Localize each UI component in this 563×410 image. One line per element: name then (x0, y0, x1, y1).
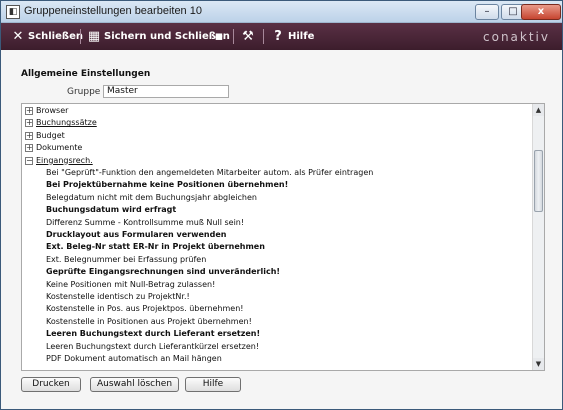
tree-setting-item[interactable]: Differenz Summe - Kontrollsumme muß Null… (46, 217, 244, 229)
tree-setting-item[interactable]: PDF Dokument automatisch an Mail hängen (46, 353, 222, 365)
tree-setting-item[interactable]: Ext. Beleg-Nr statt ER-Nr in Projekt übe… (46, 241, 265, 253)
expand-icon[interactable]: + (25, 119, 33, 128)
tree-category-label: Eingangsrech. (36, 155, 93, 165)
tree-category[interactable]: + Dokumente (22, 142, 82, 154)
help-button[interactable]: Hilfe (185, 377, 241, 392)
expand-icon[interactable]: + (25, 131, 33, 140)
window-close-button[interactable]: x (521, 4, 561, 20)
tree-setting-item[interactable]: Leeren Buchungstext durch Lieferantkürze… (46, 341, 259, 353)
tree-setting-item[interactable]: Ext. Belegnummer bei Erfassung prüfen (46, 254, 206, 266)
group-field[interactable]: Master (103, 85, 229, 98)
collapse-icon[interactable]: − (25, 156, 33, 165)
save-close-icon: ▦ (87, 29, 101, 44)
close-label: Schließen (28, 31, 83, 42)
expand-icon[interactable]: + (25, 107, 33, 115)
tree-setting-item[interactable]: Kostenstelle identisch zu ProjektNr.! (46, 291, 190, 303)
question-mark-icon: ? (274, 29, 282, 44)
brand-logo: conaktiv (483, 30, 550, 44)
clear-selection-button[interactable]: Auswahl löschen (90, 377, 179, 392)
tree-setting-item[interactable]: Geprüfte Eingangsrechnungen sind unverän… (46, 266, 280, 278)
group-label: Gruppe (67, 87, 101, 97)
scroll-thumb[interactable] (534, 150, 543, 212)
settings-tree[interactable]: + Browser + Buchungssätze + Budget + Dokumente −… (21, 103, 545, 371)
tree-category[interactable]: − Eingangsrech. (22, 155, 93, 167)
close-button[interactable]: ✕ Schließen (11, 27, 83, 46)
window-title: Gruppeneinstellungen bearbeiten 10 (24, 5, 202, 17)
tree-setting-item[interactable]: Kostenstelle in Pos. aus Projektpos. übe… (46, 303, 244, 315)
tree-category-label: Buchungssätze (36, 118, 97, 128)
save-close-button[interactable]: ▦ Sichern und Schließen (87, 27, 230, 46)
toolbar-separator (80, 29, 81, 44)
tree-category[interactable]: + Budget (22, 130, 65, 142)
minimize-button[interactable]: – (475, 4, 499, 20)
scroll-down-arrow[interactable]: ▼ (533, 358, 544, 370)
tree-category-label: Dokumente (36, 143, 83, 153)
toolbar: ✕ Schließen ▦ Sichern und Schließen ▪ ⚒ ? H… (1, 23, 562, 50)
scroll-up-arrow[interactable]: ▲ (533, 104, 544, 116)
tree-scrollbar[interactable]: ▲ ▼ (532, 104, 544, 370)
tools-button[interactable]: ⚒ (241, 27, 258, 46)
save-close-label: Sichern und Schließen (104, 31, 230, 42)
tree-setting-item[interactable]: Buchungsdatum wird erfragt (46, 204, 176, 216)
tree-setting-item[interactable]: Bei Projektübernahme keine Positionen üb… (46, 179, 288, 191)
save-button[interactable]: ▪ (212, 27, 229, 46)
tree-setting-item[interactable]: Leeren Buchungstext durch Lieferant erse… (46, 328, 260, 340)
wrench-icon: ⚒ (242, 29, 254, 44)
close-x-icon: ✕ (12, 29, 24, 44)
tree-setting-item[interactable]: Belegdatum nicht mit dem Buchungsjahr ab… (46, 192, 257, 204)
toolbar-separator (263, 29, 264, 44)
toolbar-separator (233, 29, 234, 44)
title-bar[interactable]: ◧ Gruppeneinstellungen bearbeiten 10 – □… (1, 1, 562, 23)
tree-category[interactable]: + Buchungssätze (22, 117, 97, 129)
help-toolbar-button[interactable]: ? Hilfe (271, 27, 314, 46)
tree-setting-item[interactable]: Drucklayout aus Formularen verwenden (46, 229, 226, 241)
print-button[interactable]: Drucken (21, 377, 81, 392)
floppy-disk-icon: ▪ (214, 29, 224, 44)
expand-icon[interactable]: + (25, 144, 33, 153)
tree-setting-item[interactable]: Bei "Geprüft"-Funktion den angemeldeten … (46, 167, 373, 179)
tree-category-label: Budget (36, 130, 65, 140)
help-label: Hilfe (288, 31, 315, 42)
tree-category[interactable]: + Browser (22, 105, 68, 117)
app-icon: ◧ (6, 5, 20, 19)
section-title: Allgemeine Einstellungen (21, 69, 151, 79)
tree-category-label: Browser (36, 106, 69, 115)
tree-setting-item[interactable]: Keine Positionen mit Null-Betrag zulasse… (46, 279, 215, 291)
dialog-window: ◧ Gruppeneinstellungen bearbeiten 10 – □… (0, 0, 563, 410)
tree-setting-item[interactable]: Kostenstelle in Positionen aus Projekt ü… (46, 316, 252, 328)
